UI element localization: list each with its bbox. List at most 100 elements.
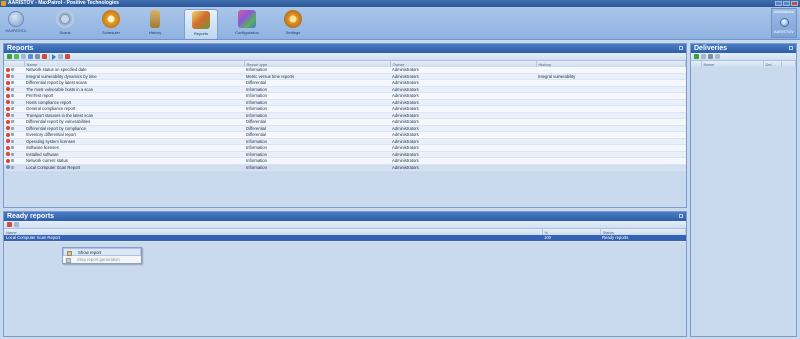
template-icon [11, 133, 14, 137]
system-report-icon [6, 106, 10, 111]
template-icon [11, 152, 14, 156]
stop-report-generation-menu-item[interactable]: Stop report generation [63, 256, 141, 264]
deliveries-panel: Deliveries Name Del... [690, 43, 797, 337]
window-title: AARISTOV - MaxPatrol - Positive Technolo… [8, 0, 119, 6]
tab-scans[interactable]: Scans [48, 9, 82, 39]
pin-icon[interactable] [789, 46, 793, 50]
properties-icon[interactable] [21, 54, 26, 59]
template-icon [11, 74, 14, 78]
brand: MAXPATROL [4, 9, 28, 39]
template-icon [11, 68, 14, 72]
tab-configuration[interactable]: Configuration [230, 9, 264, 39]
template-icon [11, 120, 14, 124]
minimize-button[interactable] [775, 1, 782, 6]
system-report-icon [6, 126, 10, 131]
tab-label: Reports [193, 31, 208, 36]
gear-icon [284, 10, 302, 28]
reports-icon [192, 11, 210, 29]
tab-scheduler[interactable]: Scheduler [94, 9, 128, 39]
tab-settings[interactable]: Settings [276, 9, 310, 39]
delete-icon[interactable] [42, 54, 47, 59]
add-report-icon[interactable] [7, 54, 12, 59]
tab-history[interactable]: History [138, 9, 172, 39]
app-icon [1, 1, 6, 6]
add-from-template-icon[interactable] [14, 54, 19, 59]
tab-reports[interactable]: Reports [184, 9, 218, 39]
maxpatrol-logo-icon [8, 11, 24, 27]
send-delivery-icon[interactable] [715, 54, 720, 59]
reports-panel-title: Reports [7, 45, 34, 52]
save-report-icon[interactable] [14, 222, 19, 227]
ready-reports-title: Ready reports [7, 213, 55, 220]
menu-item-label: Stop report generation [77, 257, 120, 262]
col-name[interactable]: Name [701, 61, 764, 67]
schedule-icon[interactable] [58, 54, 63, 59]
stop-icon[interactable] [65, 54, 70, 59]
template-icon [11, 113, 14, 117]
col-extra [781, 61, 796, 67]
ribbon: MAXPATROL Scans Scheduler History Report… [0, 7, 800, 40]
template-icon [11, 139, 14, 143]
edit-delivery-icon[interactable] [701, 54, 706, 59]
template-icon [11, 94, 14, 98]
clock-icon [102, 10, 120, 28]
template-icon [11, 100, 14, 104]
system-report-icon [6, 139, 10, 144]
copy-icon[interactable] [28, 54, 33, 59]
hourglass-icon [150, 10, 160, 28]
system-report-icon [6, 113, 10, 118]
template-icon [11, 107, 14, 111]
system-report-icon [6, 100, 10, 105]
system-report-icon [6, 80, 10, 85]
tab-label: Scans [59, 30, 71, 35]
deliveries-toolbar [691, 53, 796, 61]
reports-panel-header: Reports [4, 44, 686, 53]
run-report-icon[interactable] [52, 53, 56, 60]
report-type: Information [244, 164, 390, 171]
pin-icon[interactable] [679, 214, 683, 218]
brand-name: MAXPATROL [5, 29, 27, 33]
tab-label: Settings [285, 30, 301, 35]
title-bar: AARISTOV - MaxPatrol - Positive Technolo… [0, 0, 800, 7]
system-report-icon [6, 119, 10, 124]
lock-icon[interactable] [35, 54, 40, 59]
template-icon [11, 159, 14, 163]
user-report-icon [6, 165, 10, 170]
system-report-icon [6, 87, 10, 92]
system-report-icon [6, 67, 10, 72]
ready-report-percent: 100 [542, 235, 600, 242]
user-box[interactable]: Administrator AARISTOV [771, 8, 797, 38]
col-icons [691, 61, 702, 67]
tab-label: History [148, 30, 162, 35]
add-delivery-icon[interactable] [694, 54, 699, 59]
deliveries-header: Deliveries [691, 44, 796, 53]
delete-ready-report-icon[interactable] [7, 222, 12, 227]
deliveries-table: Name Del... [691, 61, 796, 67]
user-name: AARISTOV [773, 29, 795, 34]
ready-reports-toolbar [4, 221, 686, 229]
ready-reports-table: Name % Status Local Computer Scan Report… [4, 229, 686, 242]
ready-report-row[interactable]: Local Computer Scan Report 100 Ready rep… [4, 235, 686, 242]
report-name: Local Computer Scan Report [24, 164, 244, 171]
report-row[interactable]: Local Computer Scan Report Information Adm… [4, 164, 686, 171]
system-report-icon [6, 158, 10, 163]
context-menu: Show report Stop report generation [62, 247, 142, 264]
maximize-button[interactable] [783, 1, 790, 6]
pin-icon[interactable] [679, 46, 683, 50]
reports-table: Name Report type Owner History Network s… [4, 61, 686, 171]
toolbar-separator [49, 53, 50, 60]
user-icon [779, 18, 789, 27]
window-controls [775, 1, 798, 6]
system-report-icon [6, 74, 10, 79]
show-report-menu-item[interactable]: Show report [63, 248, 141, 256]
delete-delivery-icon[interactable] [708, 54, 713, 59]
scans-icon [56, 10, 74, 28]
ready-report-name: Local Computer Scan Report [4, 235, 542, 242]
menu-item-label: Show report [78, 250, 102, 255]
template-icon [11, 126, 14, 130]
report-history [536, 164, 686, 171]
row-icons [4, 164, 24, 171]
close-window-button[interactable] [791, 1, 798, 6]
user-role: Administrator [773, 10, 795, 14]
col-delivery[interactable]: Del... [763, 61, 782, 67]
